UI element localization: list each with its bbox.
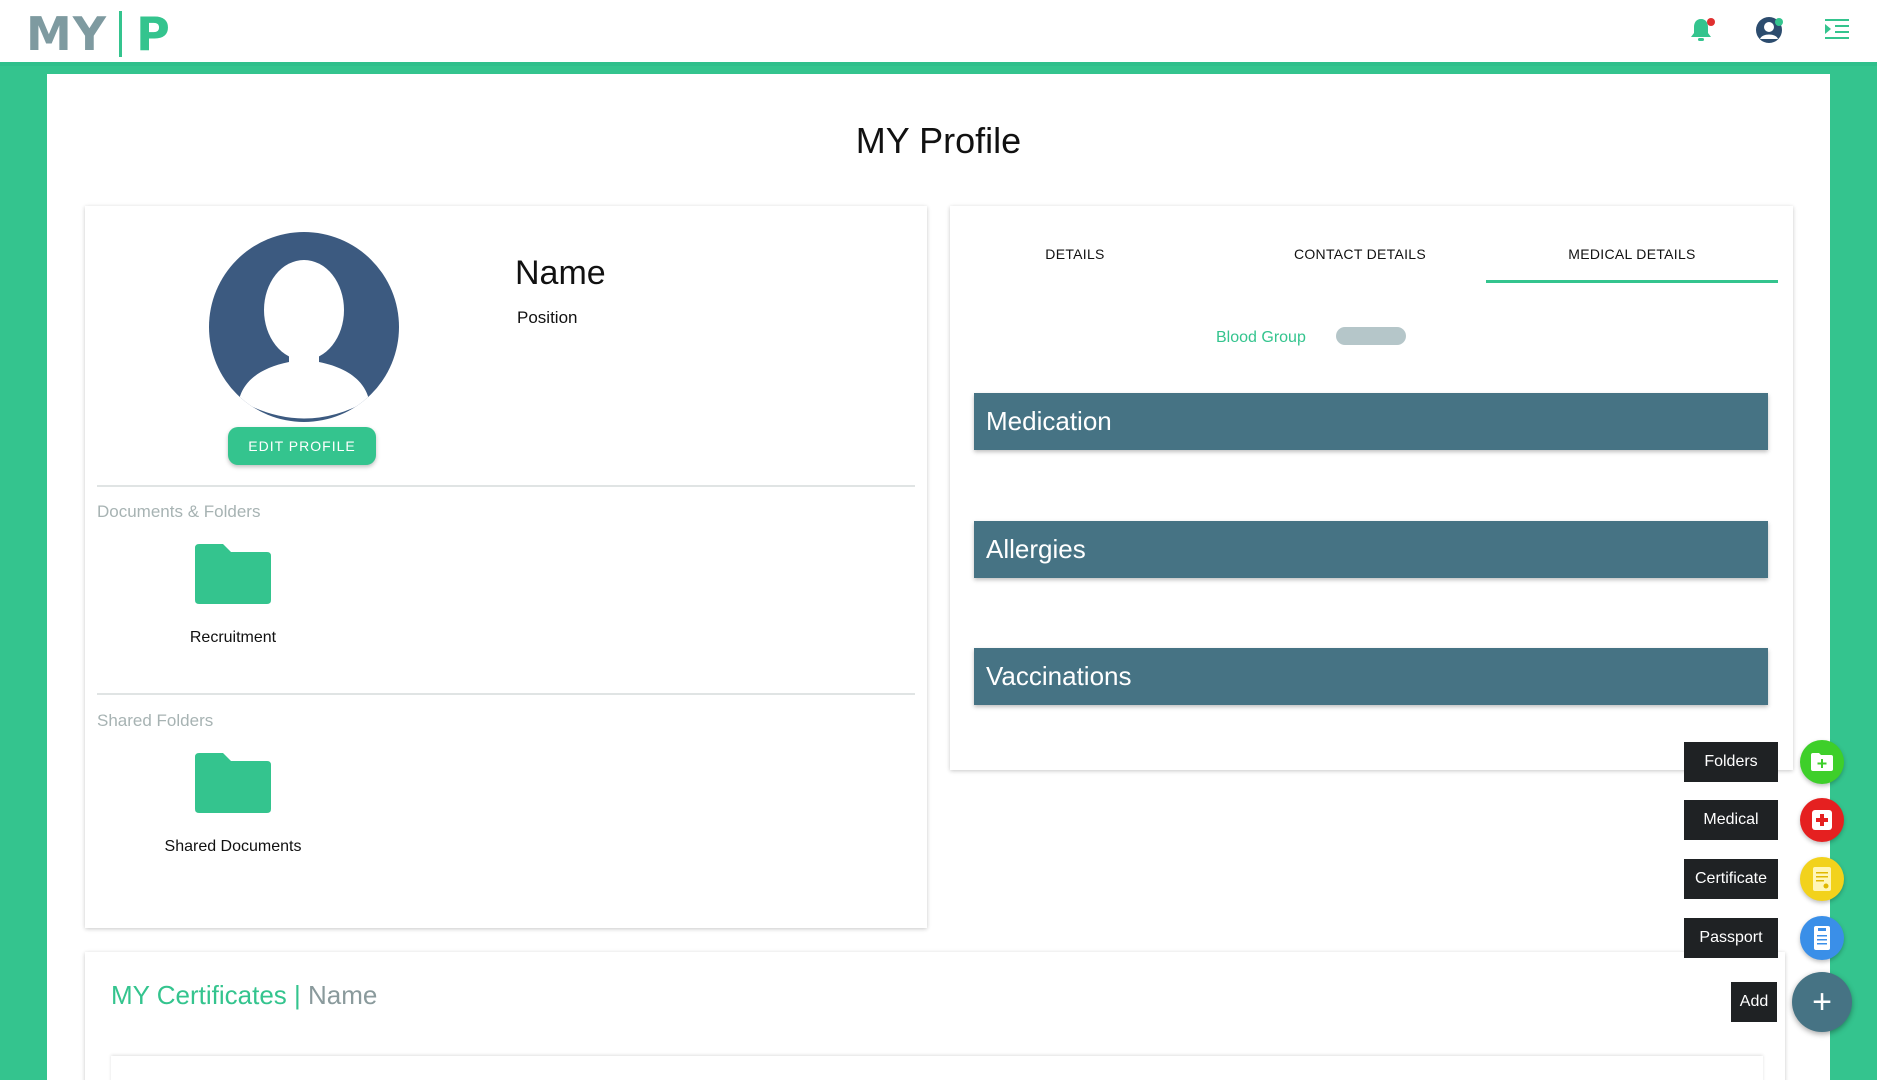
tab-contact-details[interactable]: CONTACT DETAILS <box>1260 246 1460 262</box>
menu-indent-icon[interactable] <box>1821 14 1853 46</box>
add-fab-button[interactable]: + <box>1792 972 1852 1032</box>
allergies-section[interactable]: Allergies <box>974 521 1768 578</box>
details-card: DETAILS CONTACT DETAILS MEDICAL DETAILS … <box>950 206 1793 770</box>
top-bar: MY P <box>0 0 1877 66</box>
tab-medical-details[interactable]: MEDICAL DETAILS <box>1532 246 1732 262</box>
folder-label: Recruitment <box>189 629 277 646</box>
logo-separator <box>119 11 123 57</box>
bell-icon[interactable] <box>1685 14 1717 46</box>
vaccinations-section[interactable]: Vaccinations <box>974 648 1768 705</box>
blood-group-value <box>1336 327 1406 345</box>
active-tab-indicator <box>1486 280 1778 283</box>
folder-label: Shared Documents <box>164 838 302 855</box>
fab-label-folders[interactable]: Folders <box>1684 742 1778 782</box>
notification-dot <box>1707 18 1715 26</box>
avatar-silhouette-icon <box>239 260 369 419</box>
plus-icon: + <box>1812 983 1832 1021</box>
folder-icon <box>195 753 271 813</box>
fab-label-add[interactable]: Add <box>1731 982 1777 1022</box>
fab-label-medical[interactable]: Medical <box>1684 800 1778 840</box>
certificates-card: MY Certificates | Name <box>85 952 1785 1080</box>
passport-icon[interactable] <box>1800 916 1844 960</box>
folder-add-icon[interactable] <box>1800 740 1844 784</box>
tab-details[interactable]: DETAILS <box>1010 246 1140 262</box>
blood-group-label: Blood Group <box>1216 329 1306 346</box>
certificates-heading: MY Certificates | <box>111 980 301 1010</box>
folder-recruitment[interactable]: Recruitment <box>133 542 333 647</box>
folder-shared-documents[interactable]: Shared Documents <box>133 751 333 856</box>
profile-name: Name <box>515 254 606 292</box>
medication-section[interactable]: Medication <box>974 393 1768 450</box>
main-panel: MY Profile EDIT PROFILE Name Position Do… <box>47 74 1830 1080</box>
user-icon[interactable] <box>1753 14 1785 46</box>
certificate-icon[interactable] <box>1800 857 1844 901</box>
header-actions <box>1685 14 1853 46</box>
profile-position: Position <box>517 308 578 327</box>
medical-cross-icon[interactable] <box>1800 798 1844 842</box>
logo-my: MY <box>26 7 108 61</box>
fab-label-certificate[interactable]: Certificate <box>1684 859 1778 899</box>
status-dot <box>1775 18 1783 26</box>
divider <box>97 693 915 695</box>
logo-p: P <box>136 7 171 61</box>
profile-card: EDIT PROFILE Name Position Documents & F… <box>85 206 927 928</box>
shared-section-label: Shared Folders <box>97 711 214 730</box>
folder-icon <box>195 544 271 604</box>
app-logo[interactable]: MY P <box>26 8 171 60</box>
edit-profile-button[interactable]: EDIT PROFILE <box>228 427 376 465</box>
divider <box>97 485 915 487</box>
avatar <box>209 232 399 422</box>
page-title: MY Profile <box>855 120 1022 161</box>
certificates-subtitle: Name <box>308 980 378 1010</box>
certificates-title: MY Certificates | Name <box>111 980 377 1011</box>
fab-label-passport[interactable]: Passport <box>1684 918 1778 958</box>
certificates-list <box>111 1056 1763 1080</box>
documents-section-label: Documents & Folders <box>97 502 261 521</box>
